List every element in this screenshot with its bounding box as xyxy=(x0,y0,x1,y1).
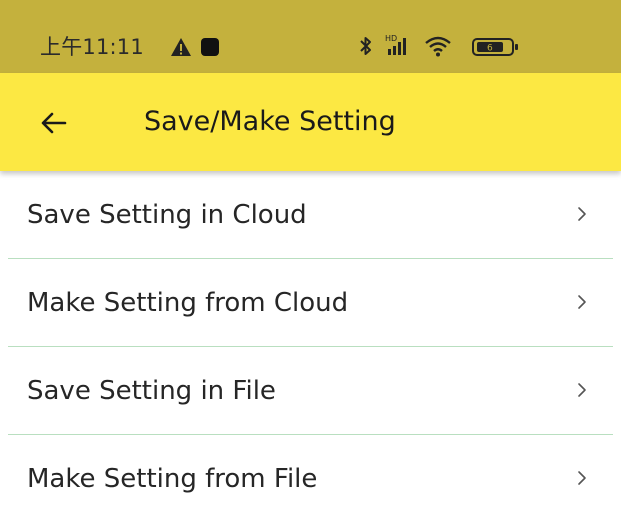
menu-item-label: Save Setting in Cloud xyxy=(27,200,307,230)
wifi-icon xyxy=(425,36,451,57)
menu-item-label: Make Setting from File xyxy=(27,464,318,494)
back-button[interactable] xyxy=(32,101,76,145)
menu-item-label: Make Setting from Cloud xyxy=(27,288,349,318)
hd-label: HD xyxy=(385,34,397,43)
chevron-right-icon xyxy=(578,295,586,309)
chevron-right-icon xyxy=(578,383,586,397)
chevron-right-icon xyxy=(578,471,586,485)
menu-item-label: Save Setting in File xyxy=(27,376,276,406)
page-title: Save/Make Setting xyxy=(144,106,396,137)
menu-item-save-cloud[interactable]: Save Setting in Cloud xyxy=(8,171,613,259)
hd-signal-icon: HD xyxy=(385,34,406,55)
menu-item-make-cloud[interactable]: Make Setting from Cloud xyxy=(8,259,613,347)
chevron-right-icon xyxy=(578,207,586,221)
menu-list: Save Setting in Cloud Make Setting from … xyxy=(0,171,621,522)
warning-icon xyxy=(171,38,191,56)
bluetooth-icon xyxy=(360,37,371,55)
app-bar: Save/Make Setting xyxy=(0,73,621,171)
status-time: 上午11:11 xyxy=(40,35,144,59)
square-icon xyxy=(201,38,219,56)
arrow-left-icon xyxy=(41,112,67,134)
status-bar: 上午11:11 HD 6 xyxy=(0,0,621,73)
menu-item-save-file[interactable]: Save Setting in File xyxy=(8,347,613,435)
menu-item-make-file[interactable]: Make Setting from File xyxy=(8,435,613,522)
battery-level: 6 xyxy=(487,44,493,54)
battery-icon: 6 xyxy=(472,38,518,56)
